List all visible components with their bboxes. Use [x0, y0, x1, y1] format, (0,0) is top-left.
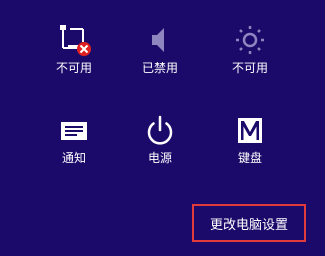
change-pc-settings-label: 更改电脑设置 [209, 217, 288, 233]
tile-volume[interactable]: 已禁用 [128, 24, 192, 88]
tile-volume-label: 已禁用 [141, 61, 178, 75]
tile-notifications[interactable]: 通知 [42, 114, 106, 178]
keyboard-icon [230, 114, 270, 148]
brightness-icon [230, 24, 270, 58]
network-unavailable-icon [54, 24, 94, 58]
speaker-icon [140, 24, 180, 58]
tile-network-label: 不可用 [55, 61, 92, 75]
tile-brightness[interactable]: 不可用 [218, 24, 282, 88]
change-pc-settings-link[interactable]: 更改电脑设置 [192, 204, 306, 242]
power-icon [140, 114, 180, 148]
tile-keyboard-label: 键盘 [237, 151, 262, 165]
tile-power-label: 电源 [147, 151, 172, 165]
tile-notifications-label: 通知 [61, 151, 86, 165]
tile-keyboard[interactable]: 键盘 [218, 114, 282, 178]
tile-network[interactable]: 不可用 [42, 24, 106, 88]
tile-brightness-label: 不可用 [231, 61, 268, 75]
tile-power[interactable]: 电源 [128, 114, 192, 178]
notification-icon [54, 114, 94, 148]
